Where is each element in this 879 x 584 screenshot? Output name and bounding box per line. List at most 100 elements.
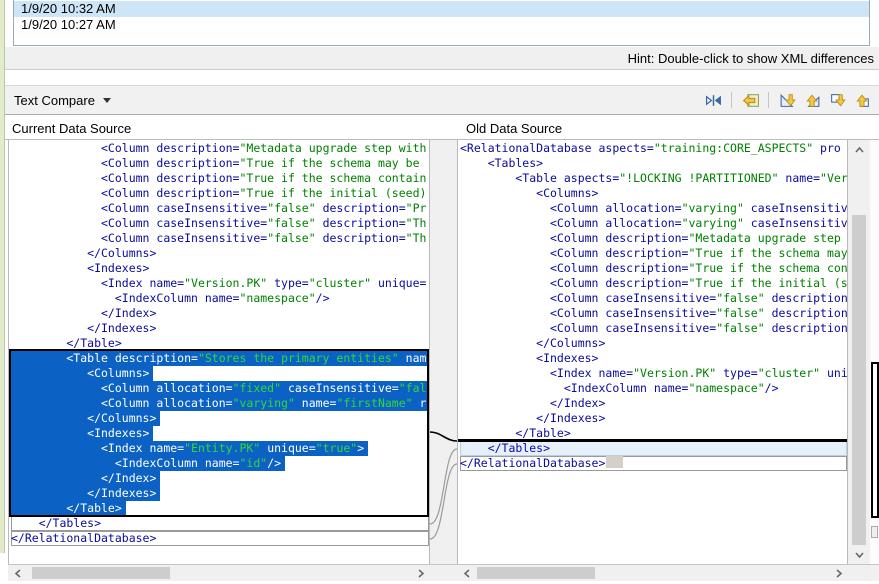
code-line[interactable]: <Column description="True if the schema … — [460, 246, 847, 261]
code-line[interactable]: <Column description="True if the schema … — [460, 261, 847, 276]
next-difference-button[interactable] — [777, 90, 797, 110]
scroll-down-button[interactable] — [848, 546, 870, 562]
compare-toolbar: Text Compare — [5, 85, 879, 115]
code-line[interactable]: <IndexColumn name="namespace"/> — [460, 381, 847, 396]
code-line[interactable]: </Tables> — [11, 516, 429, 531]
code-line[interactable]: <Indexes> — [11, 261, 429, 276]
chevron-down-icon — [855, 550, 864, 559]
vertical-scrollbar[interactable] — [848, 140, 870, 564]
code-line[interactable]: <Table aspects="!LOCKING !PARTITIONED" n… — [460, 171, 847, 186]
code-line[interactable]: <Column description="Metadata upgrade st… — [11, 141, 429, 156]
horizontal-scrollbar-thumb[interactable] — [477, 567, 595, 579]
scroll-up-button[interactable] — [848, 142, 870, 158]
code-line[interactable]: </Index> — [460, 396, 847, 411]
compare-mode-label: Text Compare — [14, 93, 95, 108]
code-line[interactable]: </Columns> — [11, 246, 429, 261]
code-line[interactable]: <Table description="Stores the primary e… — [11, 351, 429, 366]
code-line[interactable]: <Column caseInsensitive="false" descript… — [460, 306, 847, 321]
code-line[interactable]: </Index> — [11, 306, 429, 321]
code-line[interactable]: <Index name="Version.PK" type="cluster" … — [11, 276, 429, 291]
right-pane-title: Old Data Source — [466, 119, 562, 139]
left-horizontal-scrollbar[interactable] — [8, 564, 430, 581]
code-line[interactable]: <Column allocation="varying" caseInsensi… — [460, 216, 847, 231]
code-line[interactable]: <Column description="True if the schema … — [11, 171, 429, 186]
diff-change-marker[interactable] — [871, 526, 878, 538]
swap-left-right-icon — [705, 92, 722, 109]
code-line[interactable]: </RelationalDatabase> — [11, 531, 429, 546]
code-line[interactable]: </Indexes> — [11, 486, 429, 501]
code-line[interactable]: <Column description="True if the initial… — [460, 276, 847, 291]
overview-ruler[interactable] — [870, 140, 879, 584]
right-horizontal-scrollbar[interactable] — [457, 564, 848, 581]
chevron-right-icon — [416, 569, 425, 578]
previous-change-icon — [854, 92, 871, 109]
version-row[interactable]: 1/9/20 10:27 AM — [14, 17, 869, 33]
chevron-up-icon — [855, 146, 864, 155]
code-line[interactable]: </Columns> — [460, 336, 847, 351]
code-line[interactable]: <Column caseInsensitive="false" descript… — [11, 201, 429, 216]
code-line[interactable]: <Columns> — [11, 366, 429, 381]
swap-left-and-right-button[interactable] — [703, 90, 723, 110]
toolbar-separator — [731, 92, 732, 108]
scroll-right-button[interactable] — [412, 565, 428, 581]
code-line[interactable]: <Column allocation="varying" caseInsensi… — [460, 201, 847, 216]
left-code: <Column description="Metadata upgrade st… — [9, 140, 429, 546]
previous-difference-button[interactable] — [802, 90, 822, 110]
scrollbar-corner — [848, 564, 879, 581]
previous-change-button[interactable] — [852, 90, 872, 110]
code-line[interactable]: </Table> — [11, 501, 429, 516]
code-line[interactable]: <RelationalDatabase aspects="training:CO… — [460, 141, 847, 156]
code-line[interactable]: <Column caseInsensitive="false" descript… — [460, 321, 847, 336]
code-line[interactable]: </Indexes> — [11, 321, 429, 336]
code-line[interactable]: <Column description="Metadata upgrade st… — [460, 231, 847, 246]
diff-range-marker[interactable] — [871, 362, 879, 518]
chevron-left-icon — [463, 569, 472, 578]
code-line[interactable]: </Tables> — [460, 441, 847, 456]
code-line[interactable]: </Table> — [11, 336, 429, 351]
scroll-left-button[interactable] — [10, 565, 26, 581]
compare-mode-dropdown[interactable]: Text Compare — [5, 86, 120, 114]
code-line[interactable]: </Indexes> — [460, 411, 847, 426]
code-line[interactable]: <Column caseInsensitive="false" descript… — [11, 231, 429, 246]
code-line[interactable]: </Columns> — [11, 411, 429, 426]
diff-connector-lines — [430, 140, 457, 564]
right-code: <RelationalDatabase aspects="training:CO… — [458, 140, 847, 471]
scroll-right-button[interactable] — [830, 565, 846, 581]
code-line[interactable]: <Column description="True if the schema … — [11, 156, 429, 171]
code-line[interactable]: <Columns> — [460, 186, 847, 201]
code-line[interactable]: <Indexes> — [460, 351, 847, 366]
code-line[interactable]: <Indexes> — [11, 426, 429, 441]
code-line[interactable]: <Column description="True if the initial… — [11, 186, 429, 201]
code-line[interactable]: <Column allocation="varying" name="first… — [11, 396, 429, 411]
copy-right-to-left-button[interactable] — [740, 90, 760, 110]
next-difference-icon — [779, 92, 796, 109]
trailing-change-marker — [606, 456, 623, 468]
hint-text: Hint: Double-click to show XML differenc… — [628, 51, 874, 66]
decoration-strip — [0, 0, 5, 553]
hint-bar: Hint: Double-click to show XML differenc… — [5, 47, 879, 70]
code-line[interactable]: <IndexColumn name="id"/> — [11, 456, 429, 471]
code-line[interactable]: <Index name="Entity.PK" unique="true"> — [11, 441, 429, 456]
version-list: 1/9/20 10:32 AM1/9/20 10:27 AM — [13, 0, 870, 46]
code-line[interactable]: </RelationalDatabase> — [460, 456, 847, 471]
code-line[interactable]: <IndexColumn name="namespace"/> — [11, 291, 429, 306]
right-code-pane[interactable]: <RelationalDatabase aspects="training:CO… — [457, 140, 848, 564]
vertical-scrollbar-thumb[interactable] — [852, 215, 866, 545]
chevron-right-icon — [834, 569, 843, 578]
next-change-button[interactable] — [827, 90, 847, 110]
code-line[interactable]: <Tables> — [460, 156, 847, 171]
horizontal-scrollbar-thumb[interactable] — [32, 567, 170, 579]
code-line[interactable]: <Column caseInsensitive="false" descript… — [11, 216, 429, 231]
chevron-down-icon — [103, 98, 111, 107]
toolbar-icons — [703, 90, 879, 110]
scroll-left-button[interactable] — [459, 565, 475, 581]
code-line[interactable]: <Column allocation="fixed" caseInsensiti… — [11, 381, 429, 396]
compare-editor: 1/9/20 10:32 AM1/9/20 10:27 AM Hint: Dou… — [0, 0, 879, 584]
version-row[interactable]: 1/9/20 10:32 AM — [14, 1, 869, 17]
code-line[interactable]: <Index name="Version.PK" type="cluster" … — [460, 366, 847, 381]
left-code-pane[interactable]: <Column description="Metadata upgrade st… — [8, 140, 430, 564]
code-line[interactable]: <Column caseInsensitive="false" descript… — [460, 291, 847, 306]
copy-left-arrow-icon — [742, 92, 759, 109]
code-line[interactable]: </Index> — [11, 471, 429, 486]
selected-diff-block[interactable]: <Table description="Stores the primary e… — [11, 351, 429, 516]
